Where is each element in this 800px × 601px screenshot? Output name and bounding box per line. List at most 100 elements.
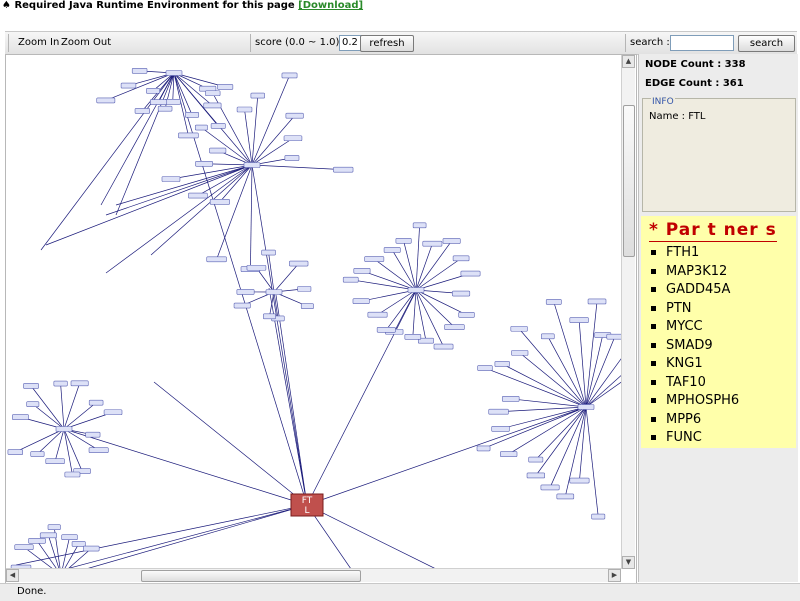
graph-node[interactable] bbox=[132, 68, 147, 73]
graph-node[interactable] bbox=[71, 381, 88, 386]
graph-node[interactable] bbox=[453, 256, 469, 261]
graph-node[interactable] bbox=[333, 167, 353, 172]
graph-node[interactable] bbox=[247, 265, 266, 270]
graph-node[interactable] bbox=[158, 106, 172, 111]
graph-node[interactable] bbox=[489, 409, 509, 414]
graph-node[interactable] bbox=[40, 533, 56, 538]
graph-node[interactable] bbox=[121, 83, 136, 88]
graph-node[interactable] bbox=[56, 427, 72, 432]
graph-node[interactable] bbox=[204, 103, 221, 108]
graph-node[interactable] bbox=[209, 148, 225, 153]
zoom-out-button[interactable]: Zoom Out bbox=[61, 32, 111, 54]
search-button[interactable]: search bbox=[738, 35, 795, 52]
graph-node[interactable] bbox=[298, 286, 311, 291]
graph-node[interactable] bbox=[65, 472, 80, 477]
graph-node[interactable] bbox=[54, 381, 67, 386]
graph-node[interactable] bbox=[89, 448, 108, 453]
graph-node[interactable] bbox=[150, 100, 166, 105]
graph-node[interactable] bbox=[72, 541, 85, 546]
graph-node[interactable] bbox=[405, 334, 421, 339]
graph-node[interactable] bbox=[211, 123, 225, 128]
graph-node[interactable] bbox=[527, 473, 545, 478]
graph-node[interactable] bbox=[495, 361, 510, 366]
graph-node[interactable] bbox=[343, 277, 358, 282]
graph-node[interactable] bbox=[207, 257, 227, 262]
graph-node[interactable] bbox=[23, 383, 38, 388]
graph-node[interactable] bbox=[588, 299, 606, 304]
graph-node[interactable] bbox=[301, 304, 313, 309]
graph-node[interactable] bbox=[146, 88, 159, 93]
graph-node[interactable] bbox=[286, 113, 303, 118]
graph-node[interactable] bbox=[512, 350, 528, 355]
graph-node[interactable] bbox=[237, 289, 254, 294]
partner-item[interactable]: MYCC bbox=[651, 318, 739, 337]
graph-node[interactable] bbox=[396, 238, 411, 243]
graph-node[interactable] bbox=[289, 261, 308, 266]
graph-node[interactable] bbox=[354, 268, 370, 273]
graph-node[interactable] bbox=[83, 546, 99, 551]
graph-node[interactable] bbox=[570, 478, 589, 483]
graph-node[interactable] bbox=[423, 241, 442, 246]
graph-node[interactable] bbox=[29, 538, 46, 543]
search-input[interactable] bbox=[670, 35, 734, 51]
scroll-right-icon[interactable]: ▶ bbox=[608, 569, 621, 582]
graph-node[interactable] bbox=[210, 199, 229, 204]
graph-node[interactable] bbox=[365, 257, 384, 262]
graph-node[interactable] bbox=[592, 514, 605, 519]
graph-node[interactable] bbox=[477, 446, 490, 451]
graph-node[interactable] bbox=[8, 450, 23, 455]
graph-node[interactable] bbox=[31, 452, 44, 457]
graph-node[interactable] bbox=[541, 334, 554, 339]
graph-node[interactable] bbox=[353, 299, 369, 304]
graph-node[interactable] bbox=[408, 288, 424, 293]
partner-item[interactable]: TAF10 bbox=[651, 374, 739, 393]
graph-node[interactable] bbox=[46, 459, 65, 464]
graph-node[interactable] bbox=[511, 326, 528, 331]
graph-node[interactable] bbox=[445, 325, 465, 330]
partner-item[interactable]: FUNC bbox=[651, 429, 739, 448]
partner-item[interactable]: MAP3K12 bbox=[651, 263, 739, 282]
vertical-scrollbar[interactable]: ▲ ▼ bbox=[621, 55, 635, 569]
graph-node[interactable] bbox=[461, 271, 480, 276]
graph-node[interactable] bbox=[459, 312, 475, 317]
graph-node[interactable] bbox=[282, 73, 297, 78]
scroll-up-icon[interactable]: ▲ bbox=[622, 55, 635, 68]
graph-node[interactable] bbox=[557, 494, 574, 499]
graph-node[interactable] bbox=[529, 457, 543, 462]
graph-node[interactable] bbox=[541, 485, 559, 490]
zoom-in-button[interactable]: Zoom In bbox=[18, 32, 59, 54]
graph-node[interactable] bbox=[97, 98, 115, 103]
partner-item[interactable]: MPP6 bbox=[651, 411, 739, 430]
graph-node[interactable] bbox=[162, 177, 180, 182]
graph-node[interactable] bbox=[188, 193, 207, 198]
graph-node[interactable] bbox=[570, 318, 589, 323]
scroll-down-icon[interactable]: ▼ bbox=[622, 556, 635, 569]
graph-node[interactable] bbox=[185, 112, 198, 117]
graph-node[interactable] bbox=[135, 108, 150, 113]
graph-node[interactable] bbox=[452, 291, 469, 296]
horizontal-scroll-thumb[interactable] bbox=[141, 570, 361, 582]
graph-node[interactable] bbox=[195, 125, 207, 130]
graph-node[interactable] bbox=[104, 410, 122, 415]
graph-node[interactable] bbox=[285, 155, 299, 160]
graph-node[interactable] bbox=[27, 402, 39, 407]
graph-node[interactable] bbox=[62, 535, 78, 540]
graph-node[interactable] bbox=[48, 525, 60, 530]
center-node-ftl[interactable]: FTL bbox=[291, 494, 323, 516]
partner-item[interactable]: PTN bbox=[651, 300, 739, 319]
graph-node[interactable] bbox=[578, 405, 594, 410]
graph-node[interactable] bbox=[377, 327, 395, 332]
horizontal-scrollbar[interactable]: ◀ ▶ bbox=[6, 568, 621, 582]
graph-node[interactable] bbox=[500, 452, 517, 457]
graph-node[interactable] bbox=[206, 91, 221, 96]
graph-node[interactable] bbox=[244, 163, 260, 168]
graph-node[interactable] bbox=[178, 133, 198, 138]
download-link[interactable]: [Download] bbox=[298, 0, 363, 11]
partner-item[interactable]: MPHOSPH6 bbox=[651, 392, 739, 411]
partner-item[interactable]: GADD45A bbox=[651, 281, 739, 300]
graph-node[interactable] bbox=[15, 545, 34, 550]
graph-node[interactable] bbox=[546, 299, 561, 304]
graph-node[interactable] bbox=[89, 400, 103, 405]
network-graph[interactable]: FTL bbox=[6, 55, 622, 569]
graph-node[interactable] bbox=[165, 99, 181, 104]
